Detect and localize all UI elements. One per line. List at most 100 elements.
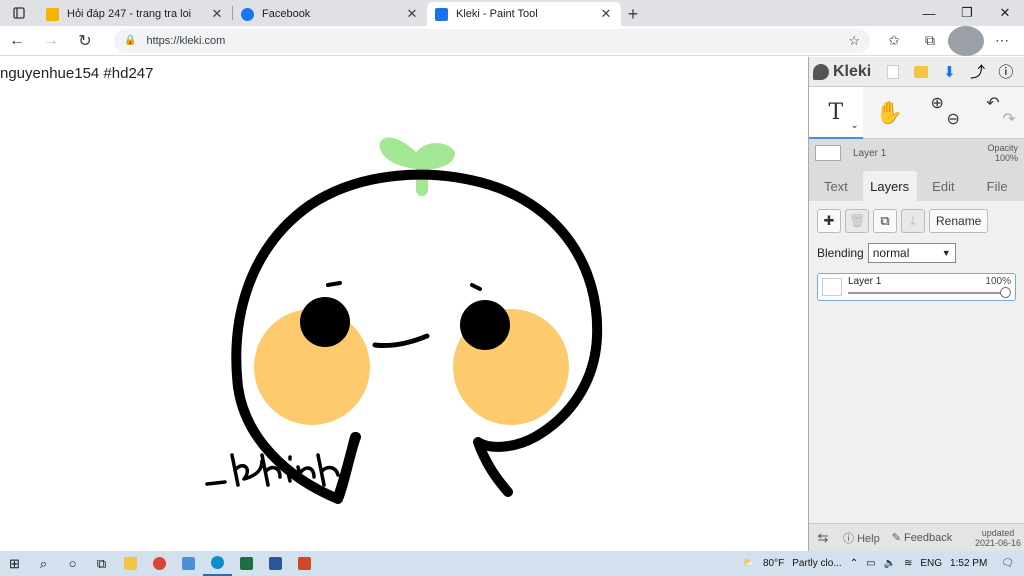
weather-icon[interactable]: ⛅ [739,558,759,569]
kleki-logo-icon [813,63,829,80]
opacity-value: 100% [994,153,1018,163]
undo-icon[interactable]: ↶ [986,93,999,113]
word-icon [269,557,282,570]
forward-button[interactable]: → [34,26,68,56]
tab-close-icon[interactable]: ✕ [599,6,613,22]
undo-redo-button[interactable]: ↶ ↷ [970,87,1024,139]
start-button[interactable]: ⊞ [0,551,29,576]
cortana-icon: ○ [68,556,77,571]
panel-footer: ⇆ ⓘ Help ✎ Feedback updated 2021-06-16 [809,523,1024,551]
text-tool-button[interactable]: T ⌄ [809,87,863,139]
battery-icon[interactable]: ▭ [862,558,879,569]
weather-text[interactable]: Partly clo... [788,558,845,569]
blending-select[interactable]: normal ▼ [867,243,956,263]
kleki-topbar: Kleki ⬇ ⤴ ⓘ [809,57,1024,87]
tab-actions-button[interactable] [0,0,38,26]
language-indicator[interactable]: ENG [916,558,946,569]
rename-layer-button[interactable]: Rename [929,209,989,233]
task-view-button[interactable]: ⧉ [87,551,116,576]
word-button[interactable] [261,551,290,576]
current-layer-name: Layer 1 [853,147,887,159]
tab-facebook[interactable]: Facebook ✕ [233,2,427,26]
tab-edit[interactable]: Edit [917,171,971,201]
zoom-out-icon[interactable]: ⊖ [947,109,960,129]
tab-hoidap[interactable]: Hỏi đáp 247 - trang tra loi ✕ [38,2,232,26]
redo-icon[interactable]: ↷ [1002,109,1015,129]
cortana-button[interactable]: ○ [58,551,87,576]
kleki-logo[interactable]: Kleki [813,63,879,81]
chevron-down-icon[interactable]: ⌄ [850,120,858,131]
feedback-button[interactable]: ✎ Feedback [886,531,959,544]
notifications-icon[interactable]: 🗨 [991,558,1024,569]
tab-kleki[interactable]: Kleki - Paint Tool ✕ [427,2,621,26]
new-image-button[interactable] [879,57,907,87]
help-button[interactable]: ⓘ [992,57,1020,87]
open-image-button[interactable] [907,57,935,87]
weather-temp[interactable]: 80°F [759,558,788,569]
tool-row: T ⌄ ✋ ⊕ ⊖ ↶ ↷ [809,87,1024,139]
volume-icon[interactable]: 🔈 [880,558,900,569]
excel-button[interactable] [232,551,261,576]
add-layer-button[interactable]: ✚ [817,209,841,233]
profile-button[interactable] [948,25,984,56]
layer-opacity-slider-handle[interactable] [1000,287,1011,298]
tab-close-icon[interactable]: ✕ [405,6,419,22]
task-view-icon: ⧉ [96,555,107,571]
doodle-drawing [205,137,603,504]
tab-close-icon[interactable]: ✕ [210,6,224,22]
facebook-favicon-icon [241,7,254,21]
more-menu-button[interactable]: ⋯ [984,26,1020,56]
delete-layer-button[interactable]: 🗑 [845,209,869,233]
kleki-favicon-icon [435,7,448,21]
folder-icon [914,65,929,78]
windows-taskbar: ⊞ ⌕ ○ ⧉ ⛅ 80°F Partly clo... ⌃ ▭ 🔈 ≋ ENG… [0,551,1024,576]
save-image-button[interactable]: ⬇ [935,57,963,87]
address-bar[interactable]: 🔒 https://kleki.com ☆ [114,28,870,53]
minimize-button[interactable]: — [910,0,948,26]
layer-buttons: ✚ 🗑 ⧉ ⤓ Rename [817,209,1016,233]
help-label: Help [857,532,880,545]
powerpoint-button[interactable] [290,551,319,576]
file-explorer-button[interactable] [116,551,145,576]
new-tab-button[interactable]: + [621,2,645,26]
chrome-button[interactable] [145,551,174,576]
swap-side-icon[interactable]: ⇆ [809,530,837,546]
favorites-icon: ✩ [888,32,900,48]
chevron-up-icon[interactable]: ⌃ [846,558,862,569]
maximize-button[interactable]: ❐ [948,0,986,26]
edge-button[interactable] [203,551,232,576]
collections-button[interactable]: ⧉ [912,26,948,56]
wifi-icon[interactable]: ≋ [900,558,916,569]
add-favorite-icon[interactable]: ☆ [848,33,860,49]
footer-help-button[interactable]: ⓘ Help [837,530,886,546]
zoom-button[interactable]: ⊕ ⊖ [917,87,971,139]
new-image-icon [886,64,899,79]
duplicate-layer-button[interactable]: ⧉ [873,209,897,233]
updated-info[interactable]: updated 2021-06-16 [975,528,1024,548]
powerpoint-icon [298,557,311,570]
hoidap-favicon-icon [46,7,59,21]
favorites-button[interactable]: ✩ [876,26,912,56]
right-eye [460,300,510,350]
share-icon: ⤴ [970,64,986,81]
drawing-canvas[interactable]: nguyenhue154 #hd247 [0,57,808,551]
refresh-icon: ↻ [78,32,92,50]
monitor-button[interactable] [174,551,203,576]
trash-icon: 🗑 [848,213,866,228]
merge-layer-button[interactable]: ⤓ [901,209,925,233]
hand-tool-button[interactable]: ✋ [863,87,917,139]
layer-list-item[interactable]: Layer 1 100% [817,273,1016,301]
plus-icon: ✚ [823,213,835,228]
search-button[interactable]: ⌕ [29,551,58,576]
current-layer-header[interactable]: Layer 1 Opacity 100% [809,139,1024,167]
share-button[interactable]: ⤴ [964,57,992,87]
tab-layers[interactable]: Layers [862,171,917,201]
back-button[interactable]: ← [0,26,34,56]
tab-text[interactable]: Text [809,171,863,201]
clock[interactable]: 1:52 PM [946,558,991,569]
tab-file[interactable]: File [970,171,1024,201]
layer-opacity-slider[interactable] [848,292,1007,294]
close-window-button[interactable]: ✕ [986,0,1024,26]
zoom-in-icon[interactable]: ⊕ [931,93,944,113]
refresh-button[interactable]: ↻ [68,26,102,56]
